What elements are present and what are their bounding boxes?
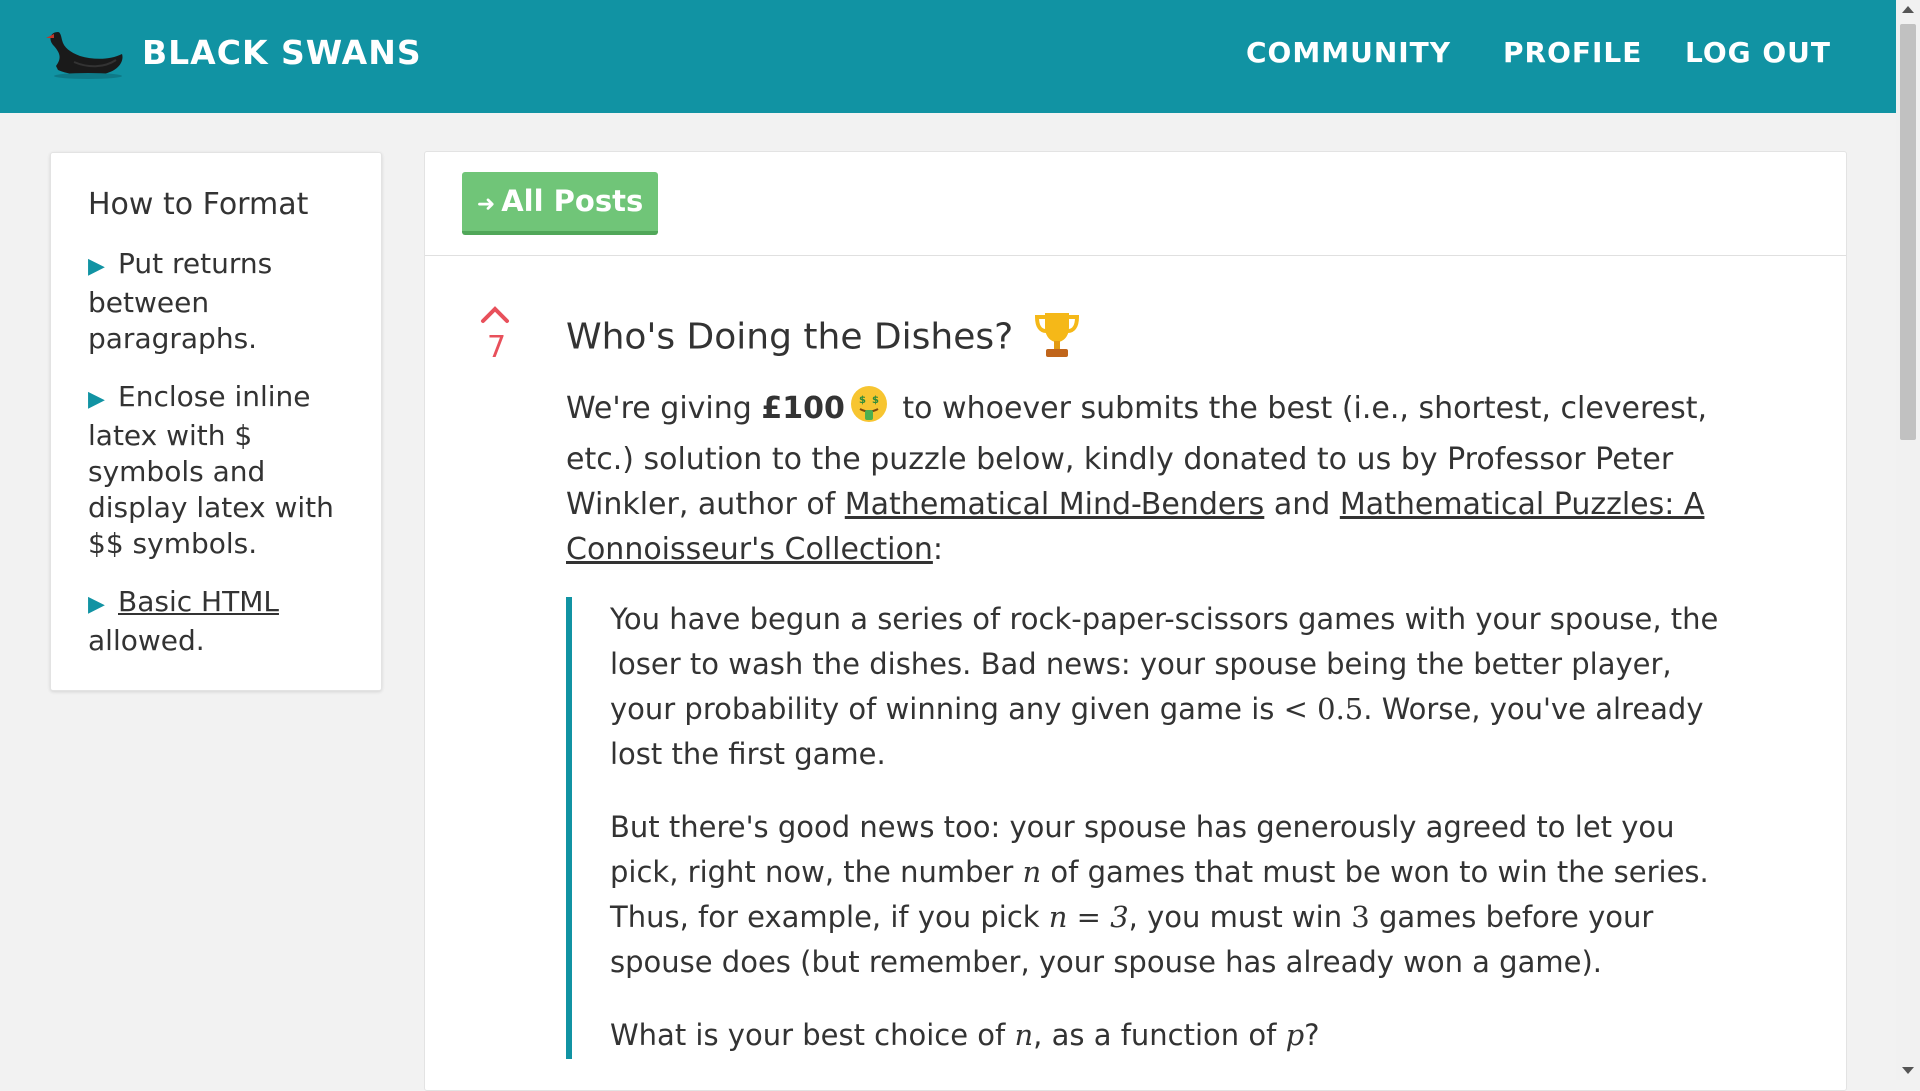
post-title: Who's Doing the Dishes? [566, 309, 1081, 368]
format-tip-latex: ▶ Enclose inline latex with $ symbols and… [88, 379, 351, 562]
intro-text: We're giving [566, 391, 762, 426]
vote-count: 7 [487, 330, 507, 365]
math-number: 3 [1351, 900, 1370, 934]
post-title-text: Who's Doing the Dishes? [566, 316, 1014, 358]
math-inequality: < 0.5 [1283, 692, 1364, 726]
puzzle-text: , as a function of [1033, 1018, 1286, 1052]
puzzle-text: What is your best choice of [610, 1018, 1015, 1052]
format-help-title: How to Format [88, 187, 309, 222]
brand-name[interactable]: BLACK SWANS [142, 33, 422, 72]
puzzle-text: ? [1304, 1018, 1320, 1052]
triangle-bullet-icon: ▶ [88, 254, 105, 279]
back-arrow-icon: ➜ [476, 192, 496, 217]
top-header: BLACK SWANS COMMUNITY PROFILE LOG OUT [0, 0, 1896, 113]
math-variable-n: n [1014, 1018, 1034, 1052]
puzzle-blockquote: You have begun a series of rock-paper-sc… [566, 597, 1728, 1059]
format-tip-html: ▶ Basic HTML allowed. [88, 584, 351, 659]
nav-community[interactable]: COMMUNITY [1246, 36, 1451, 69]
format-help-panel: How to Format ▶ Put returns between parag… [50, 152, 382, 691]
puzzle-text: , you must win [1128, 900, 1352, 934]
all-posts-label: All Posts [501, 184, 644, 218]
nav-profile[interactable]: PROFILE [1503, 36, 1642, 69]
trophy-icon [1033, 309, 1081, 368]
math-equation: n = 3 [1048, 900, 1129, 934]
svg-text:$: $ [872, 395, 879, 406]
all-posts-button[interactable]: ➜ All Posts [462, 172, 658, 235]
format-tip-text: allowed. [88, 624, 205, 657]
black-swan-logo-icon[interactable] [44, 26, 126, 86]
page-scrollbar[interactable] [1896, 0, 1920, 1080]
triangle-bullet-icon: ▶ [88, 387, 105, 412]
intro-text: and [1264, 487, 1340, 522]
format-tip-text: Enclose inline latex with $ symbols and … [88, 380, 334, 560]
puzzle-paragraph-2: But there's good news too: your spouse h… [610, 805, 1728, 985]
scroll-thumb[interactable] [1900, 24, 1916, 440]
svg-text:$: $ [859, 395, 866, 406]
nav-log-out[interactable]: LOG OUT [1685, 36, 1831, 69]
book-link-mind-benders[interactable]: Mathematical Mind-Benders [845, 487, 1265, 522]
basic-html-link[interactable]: Basic HTML [118, 585, 279, 618]
prize-amount: £100 [761, 391, 845, 426]
post-panel: ➜ All Posts 7 Who's Doing the Dishes? We'… [424, 151, 1847, 1091]
post-toolbar: ➜ All Posts [425, 152, 1846, 256]
money-face-icon: $ $ [849, 384, 889, 437]
scroll-up-arrow-icon[interactable] [1902, 6, 1914, 13]
post-intro: We're giving £100 $ $ to whoever submits t… [566, 384, 1726, 572]
triangle-bullet-icon: ▶ [88, 592, 105, 617]
math-variable-p: p [1285, 1018, 1305, 1052]
format-tip-returns: ▶ Put returns between paragraphs. [88, 246, 351, 357]
puzzle-paragraph-1: You have begun a series of rock-paper-sc… [610, 597, 1728, 777]
scroll-down-arrow-icon[interactable] [1902, 1067, 1914, 1074]
upvote-chevron-icon[interactable] [480, 304, 510, 328]
math-variable-n: n [1022, 855, 1042, 889]
intro-text: : [932, 532, 943, 567]
intro-paragraph: We're giving £100 $ $ to whoever submits t… [566, 384, 1726, 572]
puzzle-paragraph-3: What is your best choice of n, as a func… [610, 1013, 1728, 1058]
